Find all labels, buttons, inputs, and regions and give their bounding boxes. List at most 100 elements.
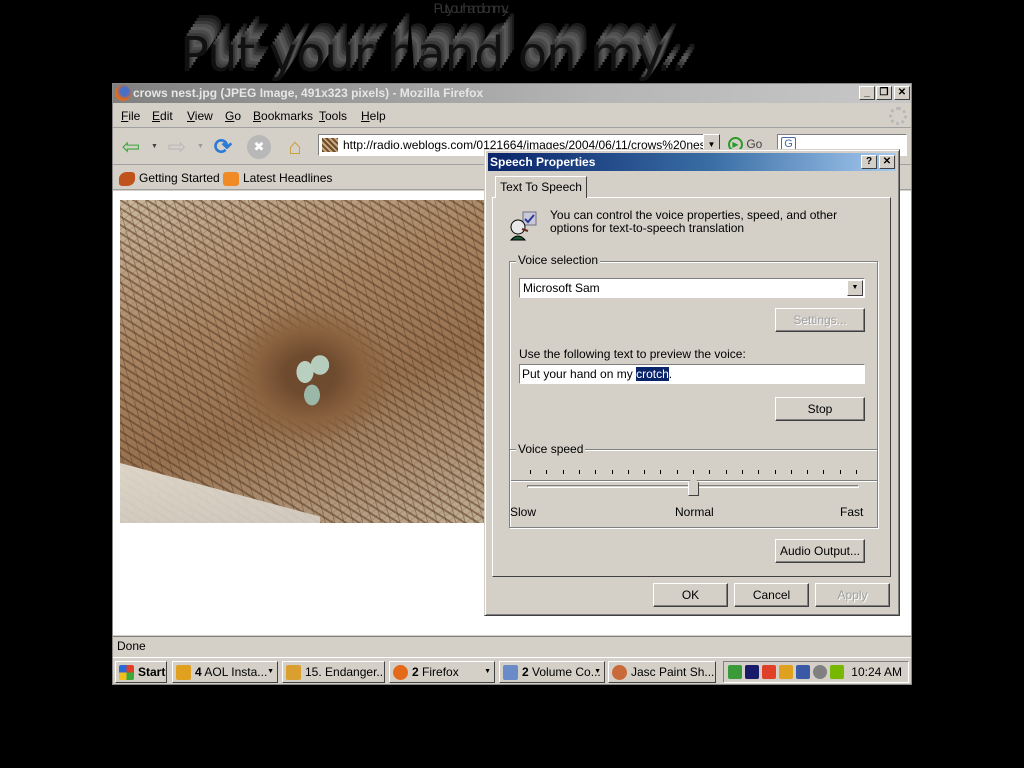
chevron-down-icon: ▼ bbox=[484, 668, 491, 675]
menu-edit[interactable]: Edit bbox=[152, 108, 173, 124]
nvidia-icon[interactable] bbox=[830, 665, 844, 679]
firefox-title-bar[interactable]: crows nest.jpg (JPEG Image, 491x323 pixe… bbox=[113, 84, 911, 103]
bookmark-latest-headlines[interactable]: Latest Headlines bbox=[223, 170, 332, 186]
firefox-icon[interactable] bbox=[115, 85, 131, 101]
antivirus-icon[interactable] bbox=[762, 665, 776, 679]
selected-voice: Microsoft Sam bbox=[523, 281, 600, 295]
slider-tick bbox=[790, 470, 792, 474]
preview-text-selection: crotch bbox=[636, 367, 669, 381]
firefox-icon bbox=[393, 665, 408, 681]
menu-tools[interactable]: Tools bbox=[319, 108, 347, 124]
voice-speed-label: Voice speed bbox=[516, 442, 586, 456]
chevron-down-icon: ▼ bbox=[594, 668, 601, 675]
caption-divider-shape bbox=[405, 14, 415, 84]
dialog-title-bar[interactable]: Speech Properties ? ✕ bbox=[488, 153, 896, 171]
overlay-caption: Put your hand on my.. bbox=[180, 27, 686, 83]
stop-button[interactable]: Stop bbox=[775, 397, 865, 421]
start-button[interactable]: Start bbox=[115, 661, 167, 683]
windows-logo-icon bbox=[119, 665, 134, 681]
menu-help[interactable]: Help bbox=[361, 108, 386, 124]
slider-tick bbox=[644, 470, 646, 474]
speed-fast-label: Fast bbox=[840, 505, 864, 519]
slider-tick bbox=[774, 470, 776, 474]
taskbar-button-volume[interactable]: 2 Volume Co... ▼ bbox=[499, 661, 605, 683]
preview-text-input[interactable]: Put your hand on my crotch. bbox=[519, 364, 865, 384]
network-icon[interactable] bbox=[728, 665, 742, 679]
slider-tick bbox=[578, 470, 580, 474]
home-icon[interactable]: ⌂ bbox=[283, 135, 307, 159]
preview-text-label: Use the following text to preview the vo… bbox=[519, 347, 746, 361]
display-icon[interactable] bbox=[745, 665, 759, 679]
bookmark-getting-started[interactable]: Getting Started bbox=[119, 170, 220, 186]
intro-text: You can control the voice properties, sp… bbox=[550, 208, 838, 235]
apply-button[interactable]: Apply bbox=[815, 583, 890, 607]
volume-muted-icon[interactable] bbox=[796, 665, 810, 679]
slider-thumb[interactable] bbox=[688, 477, 699, 496]
paint-shop-icon bbox=[612, 665, 627, 681]
preview-text-before: Put your hand on my bbox=[522, 367, 637, 381]
rss-icon bbox=[223, 171, 239, 186]
slider-tick bbox=[709, 470, 711, 474]
restore-button[interactable]: ❐ bbox=[876, 86, 892, 100]
slider-tick bbox=[595, 470, 597, 474]
speed-normal-label: Normal bbox=[675, 505, 714, 519]
cancel-button[interactable]: Cancel bbox=[734, 583, 809, 607]
slider-tick bbox=[676, 470, 678, 474]
reload-icon[interactable]: ⟳ bbox=[211, 135, 235, 159]
back-arrow-icon[interactable]: ⇦ bbox=[119, 135, 143, 159]
stop-icon[interactable]: ✖ bbox=[247, 135, 271, 159]
taskbar: Start 4 AOL Insta... ▼ 15. Endanger... 2 … bbox=[113, 657, 911, 684]
winamp-icon bbox=[286, 665, 301, 681]
menu-go[interactable]: Go bbox=[225, 108, 241, 124]
chevron-down-icon: ▼ bbox=[267, 668, 274, 675]
speech-properties-dialog: Speech Properties ? ✕ Text To Speech You… bbox=[484, 149, 900, 616]
steam-icon[interactable] bbox=[813, 665, 827, 679]
slider-tick bbox=[807, 470, 809, 474]
slider-tick bbox=[725, 470, 727, 474]
audio-output-button[interactable]: Audio Output... bbox=[775, 539, 865, 563]
close-button[interactable]: ✕ bbox=[894, 86, 910, 100]
image-ledge-detail bbox=[120, 463, 320, 523]
aim-tray-icon[interactable] bbox=[779, 665, 793, 679]
taskbar-button-paintshop[interactable]: Jasc Paint Sh... bbox=[608, 661, 716, 683]
preview-text-after: . bbox=[668, 367, 673, 381]
slider-tick bbox=[823, 470, 825, 474]
ok-button[interactable]: OK bbox=[653, 583, 728, 607]
forward-arrow-icon[interactable]: ⇨ bbox=[165, 135, 189, 159]
dialog-close-button[interactable]: ✕ bbox=[879, 155, 895, 169]
crows-nest-image[interactable] bbox=[120, 200, 486, 523]
window-title: crows nest.jpg (JPEG Image, 491x323 pixe… bbox=[133, 86, 484, 100]
dialog-title: Speech Properties bbox=[490, 155, 596, 169]
voice-select[interactable]: Microsoft Sam ▼ bbox=[519, 278, 865, 298]
status-bar: Done bbox=[113, 636, 911, 656]
status-text: Done bbox=[117, 639, 146, 653]
menu-bookmarks[interactable]: Bookmarks bbox=[253, 108, 313, 124]
speed-slow-label: Slow bbox=[510, 505, 537, 519]
tab-text-to-speech[interactable]: Text To Speech bbox=[495, 176, 587, 198]
slider-tick bbox=[611, 470, 613, 474]
volume-control-icon bbox=[503, 665, 518, 681]
taskbar-button-firefox[interactable]: 2 Firefox ▼ bbox=[389, 661, 495, 683]
settings-button[interactable]: Settings... bbox=[775, 308, 865, 332]
firefox-dino-icon bbox=[119, 171, 135, 186]
taskbar-button-winamp[interactable]: 15. Endanger... bbox=[282, 661, 385, 683]
system-tray: 10:24 AM bbox=[723, 661, 909, 683]
help-button[interactable]: ? bbox=[861, 155, 877, 169]
slider-tick bbox=[627, 470, 629, 474]
clock[interactable]: 10:24 AM bbox=[851, 662, 902, 682]
aim-icon bbox=[176, 665, 191, 681]
text-to-speech-panel: You can control the voice properties, sp… bbox=[492, 197, 891, 577]
slider-tick bbox=[546, 470, 548, 474]
menu-file[interactable]: File bbox=[121, 108, 140, 124]
forward-dropdown[interactable]: ▼ bbox=[197, 143, 204, 150]
slider-tick bbox=[693, 470, 694, 474]
chevron-down-icon[interactable]: ▼ bbox=[847, 280, 863, 296]
speech-head-icon bbox=[507, 210, 541, 242]
voice-speed-slider[interactable] bbox=[527, 466, 859, 496]
taskbar-button-aol[interactable]: 4 AOL Insta... ▼ bbox=[172, 661, 278, 683]
minimize-button[interactable]: _ bbox=[859, 86, 875, 100]
menu-view[interactable]: View bbox=[187, 108, 213, 124]
menu-bar: File Edit View Go Bookmarks Tools Help bbox=[113, 104, 911, 128]
voice-selection-label: Voice selection bbox=[516, 253, 601, 267]
back-dropdown[interactable]: ▼ bbox=[151, 143, 158, 150]
